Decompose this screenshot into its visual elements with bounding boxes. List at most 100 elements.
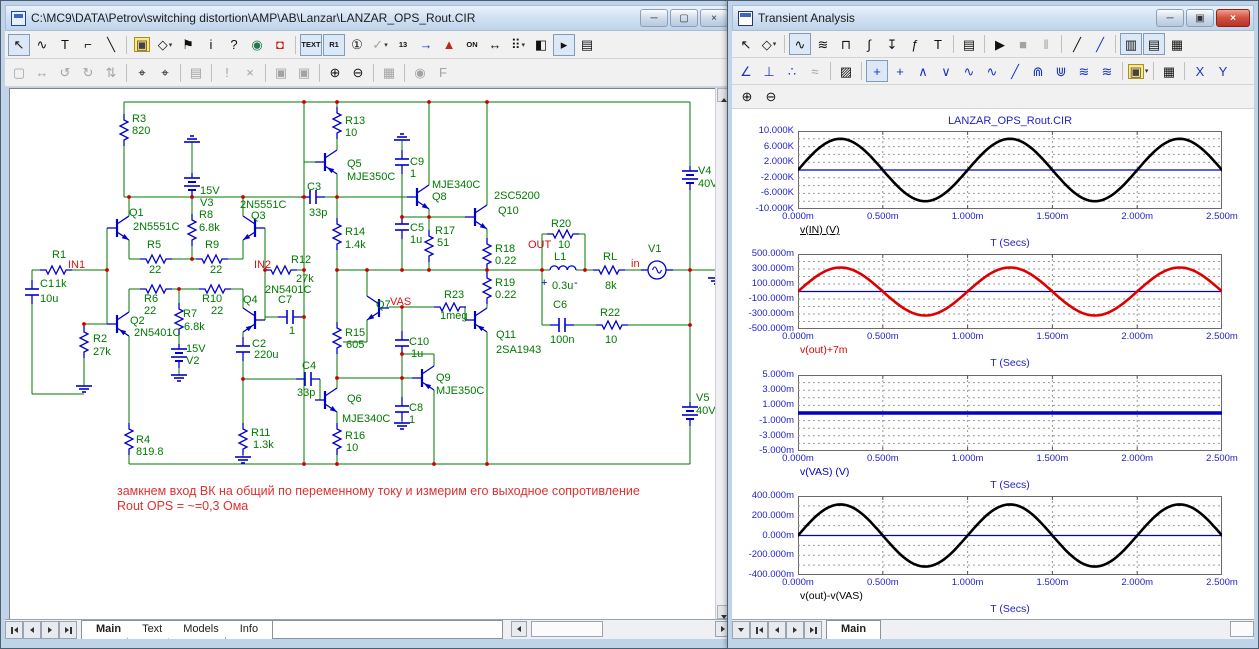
cursor-tag-icon[interactable]: ∴: [781, 60, 803, 82]
waveform-label[interactable]: v(VAS) (V): [800, 466, 849, 478]
thumbnail-icon[interactable]: ▦: [378, 62, 400, 84]
cursor-drop-icon[interactable]: ⊥: [758, 60, 780, 82]
horizontal-stripes-icon[interactable]: ▤: [1143, 33, 1165, 55]
copy-page-icon[interactable]: ▣: [293, 62, 315, 84]
cursor-left-icon[interactable]: +: [866, 60, 888, 82]
minimize-button[interactable]: ─: [640, 9, 668, 27]
zoom-out-icon[interactable]: ⊖: [347, 62, 369, 84]
tab-main[interactable]: Main: [827, 621, 880, 639]
wire-mode-icon[interactable]: ∿: [31, 34, 53, 56]
select-curve-icon[interactable]: ∿: [789, 33, 811, 55]
measure-line-icon[interactable]: ╱: [1089, 33, 1111, 55]
scrollbar-piece[interactable]: [1230, 621, 1254, 637]
plot-4-canvas[interactable]: [798, 496, 1222, 575]
search-icon[interactable]: ⌖: [154, 62, 176, 84]
plot-1-canvas[interactable]: [798, 131, 1222, 209]
envelope-bottom-icon[interactable]: ≋: [1096, 60, 1118, 82]
next-page-button[interactable]: [41, 621, 59, 639]
vertical-stripes-icon[interactable]: ▥: [1120, 33, 1142, 55]
cursor-select-icon[interactable]: ▸: [553, 33, 575, 56]
help-mode-icon[interactable]: ?: [223, 34, 245, 56]
select-tool-icon[interactable]: ↖: [735, 33, 757, 55]
globe-icon[interactable]: ◉: [409, 62, 431, 84]
data-points-icon[interactable]: ▦: [1166, 33, 1188, 55]
x-scale-icon[interactable]: X: [1189, 60, 1211, 82]
info-mode-icon[interactable]: i: [200, 34, 222, 56]
copy-picture-icon[interactable]: ▣: [270, 62, 292, 84]
properties-icon[interactable]: ▤: [958, 33, 980, 55]
last-page-button[interactable]: [804, 621, 822, 639]
low-point-icon[interactable]: ∿: [981, 60, 1003, 82]
numeric-output-icon[interactable]: ▦: [1158, 60, 1180, 82]
maximize-button[interactable]: ▣: [1186, 9, 1214, 27]
schematic-canvas[interactable]: R3820R1310Q5MJE350CC333pC91MJE340CQ8 2SC5…: [10, 89, 716, 620]
scroll-left-button[interactable]: [511, 621, 528, 637]
scale-format-icon[interactable]: ∫: [858, 33, 880, 55]
query-window-icon[interactable]: ▤: [185, 62, 207, 84]
node-number-icon[interactable]: ①: [346, 34, 368, 56]
pin-number-icon[interactable]: 13: [392, 34, 414, 56]
grid-display-icon[interactable]: ⠿ ▾: [507, 34, 529, 56]
flip-icon[interactable]: ⇅: [100, 62, 122, 84]
waveform-label[interactable]: v(out)+7m: [800, 344, 848, 356]
vip-display-icon[interactable]: ✓ ▾: [369, 34, 391, 56]
find-component-icon[interactable]: ▣: [131, 34, 153, 56]
maximize-button[interactable]: ▢: [670, 9, 698, 27]
stacked-plots-icon[interactable]: ≋: [812, 33, 834, 55]
tab-text[interactable]: Text: [127, 621, 176, 639]
close-button[interactable]: ×: [1216, 9, 1250, 27]
rotate-cw-icon[interactable]: ↻: [77, 62, 99, 84]
envelope-top-icon[interactable]: ≋: [1073, 60, 1095, 82]
enable-disable-icon[interactable]: ◘: [269, 34, 291, 56]
attribute-dialog-icon[interactable]: ▤: [576, 34, 598, 56]
find-part-icon[interactable]: ⌖: [131, 62, 153, 84]
rotate-icon[interactable]: ↺: [54, 62, 76, 84]
waveform-label[interactable]: v(IN) (V): [800, 224, 840, 236]
stretch-wire-icon[interactable]: ↔: [31, 62, 53, 84]
slope-icon[interactable]: ╱: [1004, 60, 1026, 82]
last-page-button[interactable]: [59, 621, 77, 639]
split-window-icon[interactable]: ◧: [530, 34, 552, 56]
waveform-label[interactable]: v(out)-v(VAS): [800, 590, 863, 602]
error-badge-icon[interactable]: ×: [239, 62, 261, 84]
hold-scale-icon[interactable]: ⊓: [835, 33, 857, 55]
page-list-button[interactable]: [732, 621, 750, 639]
slope-line-icon[interactable]: ╱: [1066, 33, 1088, 55]
font-icon[interactable]: F: [432, 62, 454, 84]
cursor-right-icon[interactable]: +: [889, 60, 911, 82]
tag-function-icon[interactable]: ƒ: [904, 33, 926, 55]
flag-tool-icon[interactable]: ⚑: [177, 34, 199, 56]
close-button[interactable]: ×: [700, 9, 728, 27]
first-page-button[interactable]: [5, 621, 23, 639]
stop-button[interactable]: ■: [1012, 33, 1034, 55]
shape-tool-icon[interactable]: ◇ ▾: [758, 33, 780, 55]
ortho-wire-icon[interactable]: ⌐: [77, 34, 99, 56]
peak-icon[interactable]: ∧: [912, 60, 934, 82]
diagonal-wire-icon[interactable]: ╲: [100, 34, 122, 56]
select-box-icon[interactable]: ▢: [8, 62, 30, 84]
zoom-in-icon[interactable]: ⊕: [736, 86, 758, 108]
web-link-icon[interactable]: ◉: [246, 34, 268, 56]
zoom-in-icon[interactable]: ⊕: [324, 62, 346, 84]
analysis-titlebar[interactable]: Transient Analysis ─ ▣ ×: [732, 5, 1254, 31]
schematic-titlebar[interactable]: C:\MC9\DATA\Petrov\switching distortion\…: [5, 5, 732, 31]
attribute-display-icon[interactable]: R1: [323, 33, 345, 56]
cross-wire-icon[interactable]: ↔: [484, 34, 506, 56]
smooth-icon[interactable]: ≈: [804, 60, 826, 82]
plot-2-canvas[interactable]: [798, 254, 1222, 329]
tab-models[interactable]: Models: [168, 621, 232, 639]
valley-icon[interactable]: ∨: [935, 60, 957, 82]
y-scale-icon[interactable]: Y: [1212, 60, 1234, 82]
horizontal-scrollbar[interactable]: [509, 620, 732, 639]
tab-info[interactable]: Info: [225, 621, 272, 639]
text-display-button[interactable]: TEXT: [300, 33, 322, 56]
prev-page-button[interactable]: [768, 621, 786, 639]
info-badge-icon[interactable]: !: [216, 62, 238, 84]
next-page-button[interactable]: [786, 621, 804, 639]
select-tool-icon[interactable]: ↖: [8, 33, 30, 56]
tab-main[interactable]: Main: [82, 621, 135, 639]
shape-tool-icon[interactable]: ◇ ▾: [154, 34, 176, 56]
global-high-icon[interactable]: ⋒: [1027, 60, 1049, 82]
global-low-icon[interactable]: ⋓: [1050, 60, 1072, 82]
power-display-icon[interactable]: ▲: [438, 34, 460, 56]
